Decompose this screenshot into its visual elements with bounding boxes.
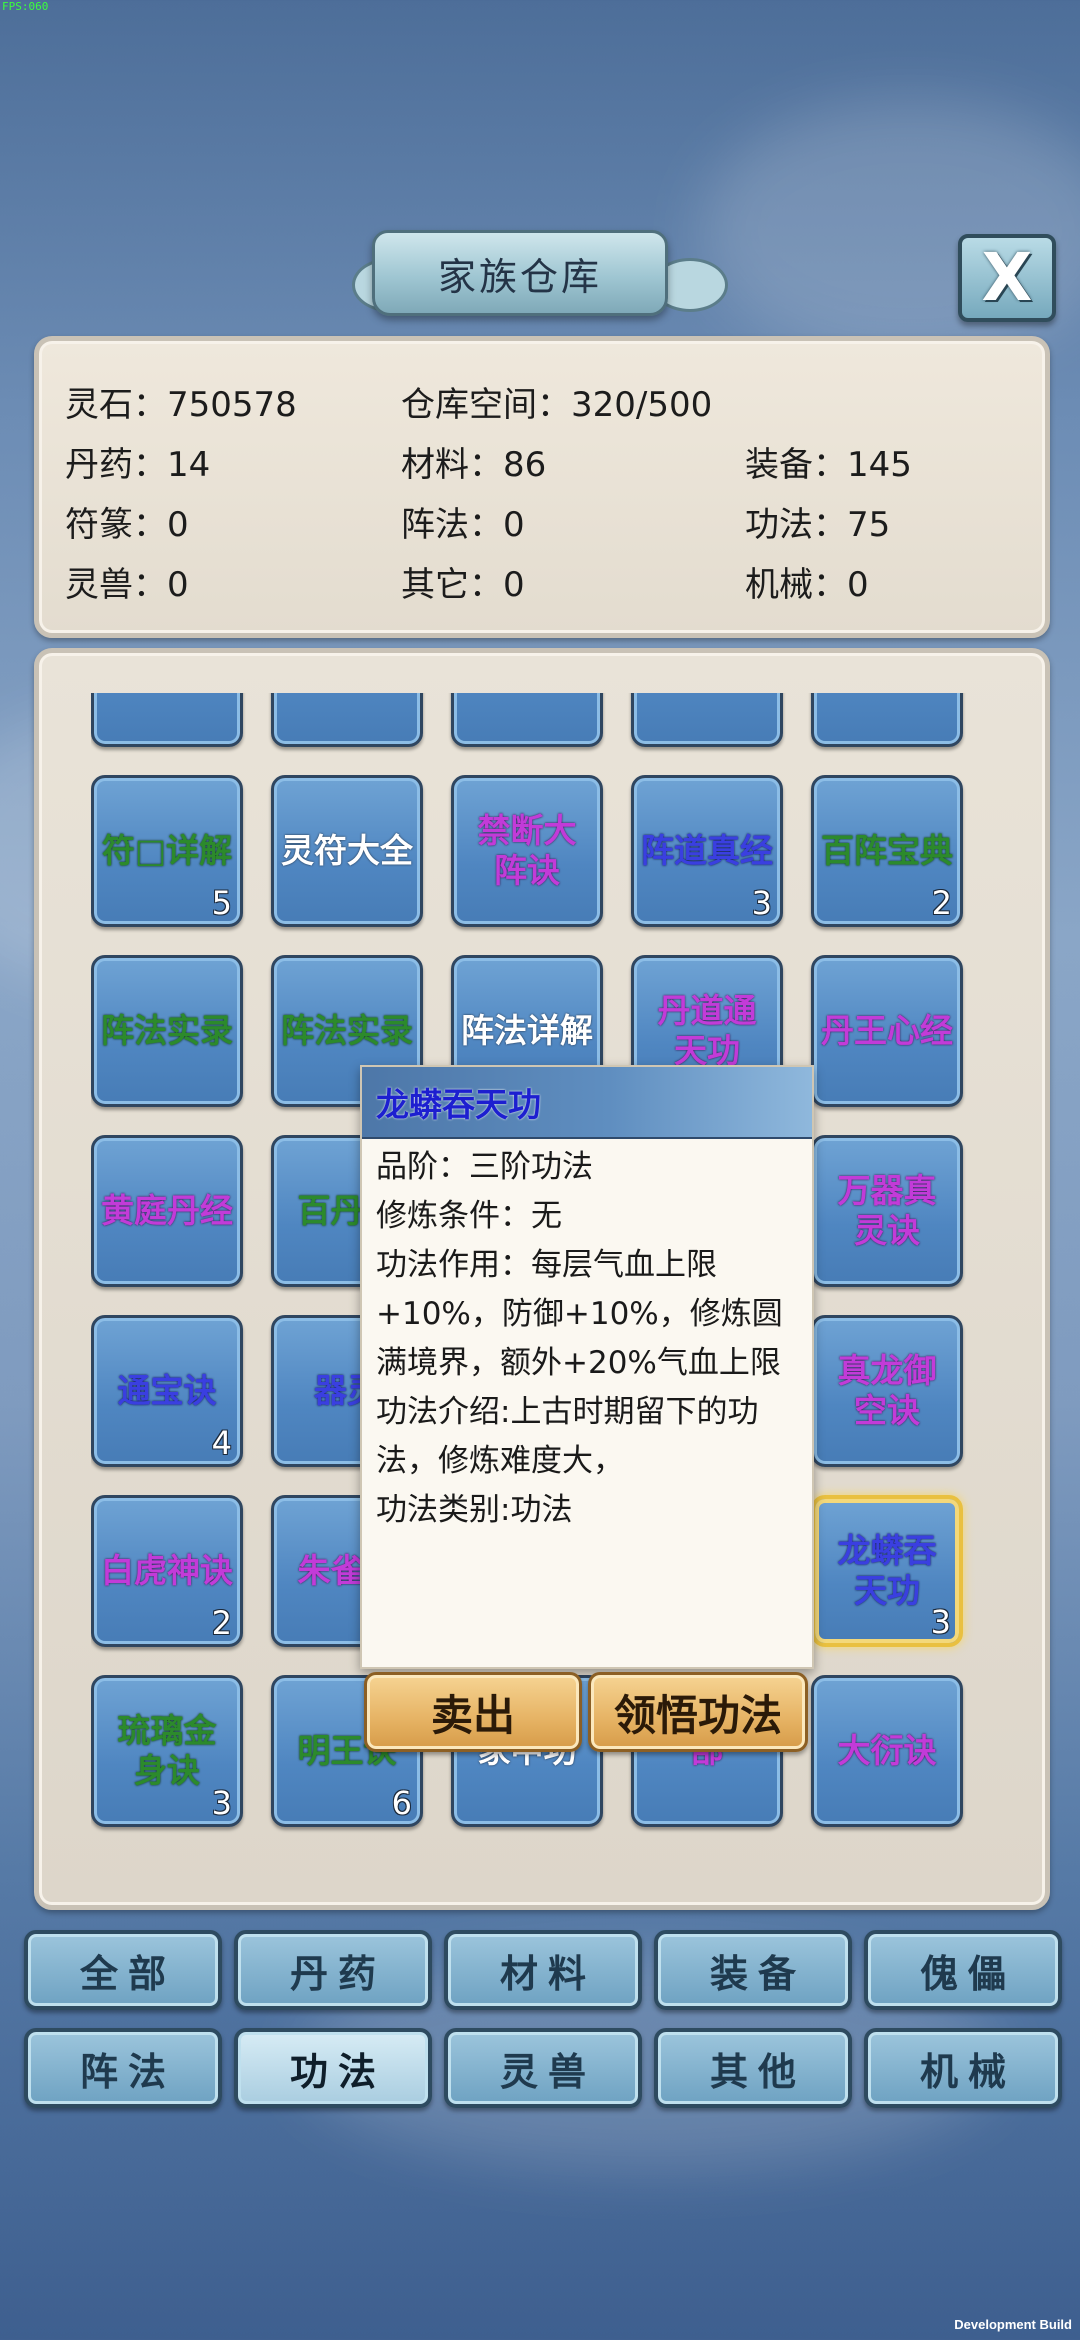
close-icon: X <box>981 239 1033 316</box>
item-name: 阵道真经 <box>641 830 773 870</box>
item-name: 阵法详解 <box>461 1010 593 1050</box>
tab-label: 灵兽 <box>499 2049 596 2094</box>
comprehend-technique-button[interactable]: 领悟功法 <box>588 1672 808 1752</box>
stat-spirit-beasts: 灵兽：0 <box>65 565 189 605</box>
stat-others: 其它：0 <box>401 565 525 605</box>
popup-title: 龙蟒吞天功 <box>376 1085 541 1124</box>
item-requirement: 修炼条件：无 <box>376 1198 562 1234</box>
tab-machinery[interactable]: 机械 <box>864 2028 1062 2108</box>
tab-others[interactable]: 其他 <box>654 2028 852 2108</box>
item-name: 阵法实录 <box>101 1010 233 1050</box>
tab-label: 机械 <box>919 2049 1016 2094</box>
sell-button-label: 卖出 <box>430 1690 515 1740</box>
tab-label: 傀儡 <box>919 1951 1016 1996</box>
grid-item[interactable]: 真龙御空诀 <box>811 1315 963 1467</box>
tab-spirit-beasts[interactable]: 灵兽 <box>444 2028 642 2108</box>
stat-equipment: 装备：145 <box>745 445 912 485</box>
stat-techniques: 功法：75 <box>745 505 891 545</box>
grid-item[interactable] <box>631 693 783 747</box>
stat-machinery: 机械：0 <box>745 565 869 605</box>
item-count: 4 <box>211 1424 232 1462</box>
item-name: 通宝诀 <box>117 1370 217 1410</box>
tab-label: 丹药 <box>289 1951 386 1996</box>
stat-talismans: 符篆：0 <box>65 505 189 545</box>
grid-item[interactable]: 阵道真经 3 <box>631 775 783 927</box>
warehouse-stats-panel: 灵石：750578 仓库空间：320/500 丹药：14 材料：86 装备：14… <box>34 336 1050 638</box>
item-name: 琉璃金身诀 <box>117 1710 217 1790</box>
tab-label: 全部 <box>79 1951 176 1996</box>
tab-all[interactable]: 全部 <box>24 1930 222 2010</box>
popup-body: 品阶：三阶功法 修炼条件：无 功法作用：每层气血上限+10%，防御+10%，修炼… <box>362 1139 812 1535</box>
fps-counter: FPS:060 <box>2 0 49 13</box>
grid-item[interactable]: 符□详解 5 <box>91 775 243 927</box>
stat-spirit-stone: 灵石：750578 <box>65 385 297 425</box>
item-name: 黄庭丹经 <box>101 1190 233 1230</box>
item-name: 禁断大阵诀 <box>477 810 577 890</box>
close-button[interactable]: X <box>958 234 1056 322</box>
item-name: 丹道通天功 <box>657 990 757 1070</box>
grid-item[interactable]: 黄庭丹经 <box>91 1135 243 1287</box>
tab-formations[interactable]: 阵法 <box>24 2028 222 2108</box>
grid-item[interactable] <box>91 693 243 747</box>
item-category: 功法类别:功法 <box>376 1492 573 1528</box>
item-name: 万器真灵诀 <box>837 1170 937 1250</box>
stat-materials: 材料：86 <box>401 445 547 485</box>
grid-item-selected[interactable]: 龙蟒吞天功 3 <box>811 1495 963 1647</box>
item-name: 白虎神诀 <box>101 1550 233 1590</box>
item-name: 丹王心经 <box>821 1010 953 1050</box>
sell-button[interactable]: 卖出 <box>364 1672 582 1752</box>
stat-pills: 丹药：14 <box>65 445 211 485</box>
item-count: 3 <box>211 1784 232 1822</box>
item-name: 符□详解 <box>101 830 233 870</box>
grid-item[interactable]: 白虎神诀 2 <box>91 1495 243 1647</box>
item-count: 6 <box>391 1784 412 1822</box>
item-grade: 品阶：三阶功法 <box>376 1149 593 1185</box>
stat-formations: 阵法：0 <box>401 505 525 545</box>
item-count: 3 <box>751 884 772 922</box>
item-name: 百阵宝典 <box>821 830 953 870</box>
grid-item[interactable]: 百阵宝典 2 <box>811 775 963 927</box>
grid-item[interactable]: 万器真灵诀 <box>811 1135 963 1287</box>
grid-item[interactable] <box>271 693 423 747</box>
grid-item[interactable]: 通宝诀 4 <box>91 1315 243 1467</box>
grid-item[interactable]: 灵符大全 <box>271 775 423 927</box>
grid-item[interactable]: 琉璃金身诀 3 <box>91 1675 243 1827</box>
grid-item[interactable] <box>451 693 603 747</box>
item-count: 2 <box>931 884 952 922</box>
tab-puppets[interactable]: 傀儡 <box>864 1930 1062 2010</box>
item-name: 阵法实录 <box>281 1010 413 1050</box>
item-effect: 功法作用：每层气血上限+10%，防御+10%，修炼圆满境界，额外+20%气血上限 <box>376 1247 783 1381</box>
item-detail-popup: 龙蟒吞天功 品阶：三阶功法 修炼条件：无 功法作用：每层气血上限+10%，防御+… <box>360 1065 814 1669</box>
grid-item[interactable] <box>811 693 963 747</box>
item-name: 龙蟒吞天功 <box>837 1530 937 1610</box>
tab-label: 装备 <box>709 1951 806 1996</box>
item-name: 真龙御空诀 <box>837 1350 937 1430</box>
window-title-plate: 家族仓库 <box>372 230 668 316</box>
item-count: 3 <box>930 1603 951 1641</box>
tab-techniques[interactable]: 功法 <box>234 2028 432 2108</box>
tab-label: 阵法 <box>79 2049 176 2094</box>
grid-item[interactable]: 禁断大阵诀 <box>451 775 603 927</box>
item-count: 5 <box>211 884 232 922</box>
item-count: 2 <box>211 1604 232 1642</box>
tab-label: 功法 <box>289 2049 386 2094</box>
window-title: 家族仓库 <box>437 254 602 299</box>
grid-item[interactable]: 丹王心经 <box>811 955 963 1107</box>
tab-label: 材料 <box>499 1951 596 1996</box>
item-name: 灵符大全 <box>281 830 413 870</box>
tab-pills[interactable]: 丹药 <box>234 1930 432 2010</box>
item-description: 功法介绍:上古时期留下的功法，修炼难度大， <box>376 1394 759 1479</box>
stat-storage-space: 仓库空间：320/500 <box>401 385 713 425</box>
tab-materials[interactable]: 材料 <box>444 1930 642 2010</box>
tab-label: 其他 <box>709 2049 806 2094</box>
popup-header: 龙蟒吞天功 <box>362 1067 812 1139</box>
grid-item[interactable]: 阵法实录 <box>91 955 243 1107</box>
grid-item[interactable]: 大衍诀 <box>811 1675 963 1827</box>
development-build-label: Development Build <box>954 2317 1072 2332</box>
tab-equipment[interactable]: 装备 <box>654 1930 852 2010</box>
item-name: 大衍诀 <box>837 1730 937 1770</box>
comprehend-button-label: 领悟功法 <box>613 1690 782 1740</box>
